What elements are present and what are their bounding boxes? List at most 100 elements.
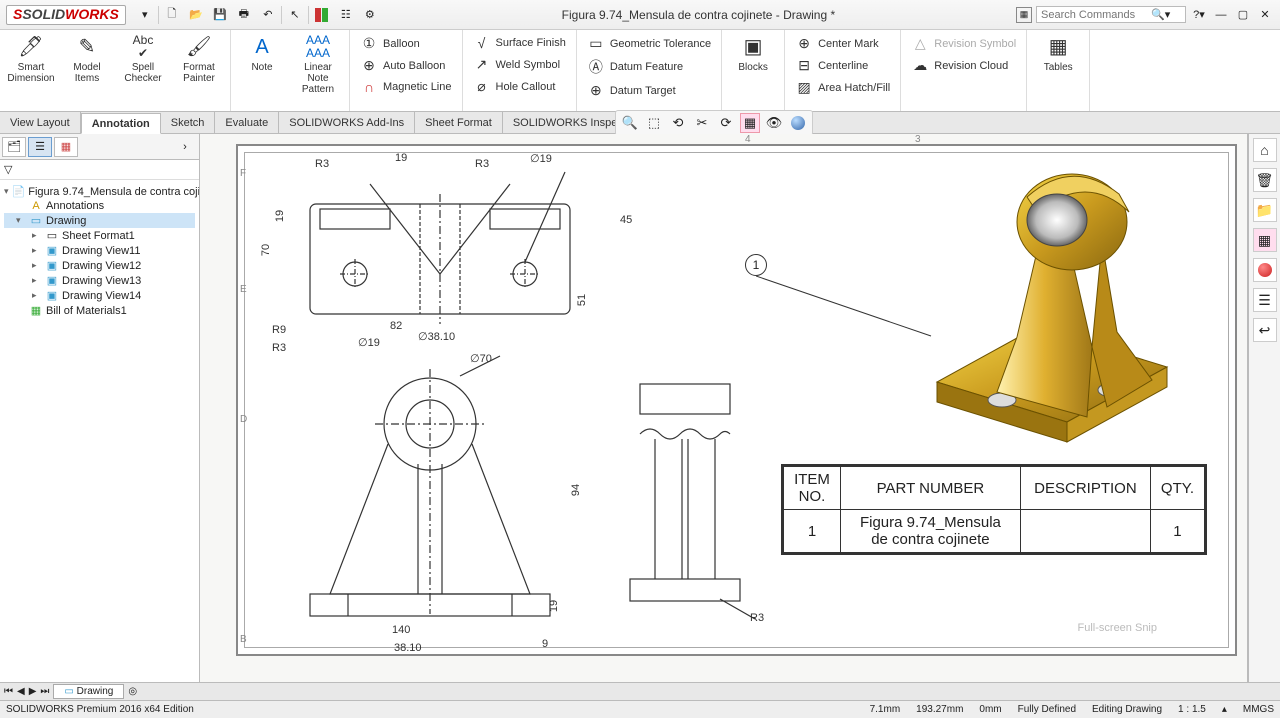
select-icon[interactable]: ↖ [284,4,306,26]
search-icon[interactable]: 🔍 [1151,8,1165,21]
tree-bom[interactable]: ▦Bill of Materials1 [4,303,195,318]
section-view-icon[interactable]: ✂ [692,113,712,133]
display-style-icon[interactable]: ▦ [740,113,760,133]
sheet-nav-first[interactable]: ⏮ [4,686,13,697]
blocks-button[interactable]: ▣Blocks [730,34,776,107]
panel-tab-property[interactable]: ☰ [28,137,52,157]
status-z: 0mm [979,704,1001,715]
sheet-icon: ▭ [29,214,43,227]
options-list-icon[interactable]: ☷ [335,4,357,26]
maximize-icon[interactable]: ▢ [1234,6,1252,24]
tree-view14[interactable]: ▸▣Drawing View14 [4,288,195,303]
rebuild-icon[interactable] [311,4,333,26]
task-pane: ⌂ 🗑 📁 ▦ ☰ ↩ [1248,134,1280,682]
tree-filter[interactable]: ▽ [0,160,199,180]
balloon-button[interactable]: ①Balloon [358,34,454,53]
status-scale[interactable]: 1 : 1.5 [1178,704,1206,715]
save-icon[interactable]: 💾 [209,4,231,26]
add-sheet-icon[interactable]: ◎ [128,686,137,697]
settings-icon[interactable]: ⚙ [359,4,381,26]
format-painter-button[interactable]: 🖌Format Painter [176,34,222,107]
surface-finish-button[interactable]: √Surface Finish [471,34,568,52]
close-icon[interactable]: ✕ [1256,6,1274,24]
centerline-button[interactable]: ⊟Centerline [793,56,892,75]
dim-r3: R3 [272,342,286,354]
sheet-nav-next[interactable]: ▶ [29,686,37,697]
tree-drawing[interactable]: ▾▭Drawing [4,213,195,228]
feature-tree[interactable]: ▾📄Figura 9.74_Mensula de contra cojin AA… [0,180,199,682]
status-edition: SOLIDWORKS Premium 2016 x64 Edition [6,704,194,715]
datum-feature-button[interactable]: ⒶDatum Feature [585,56,713,78]
qat-dropdown[interactable]: ▾ [134,4,156,26]
status-scale-drop[interactable]: ▴ [1222,704,1227,715]
area-hatch-button[interactable]: ▨Area Hatch/Fill [793,78,892,97]
smart-dimension-button[interactable]: 🖊Smart Dimension [8,34,54,107]
status-x: 7.1mm [870,704,901,715]
geometric-tolerance-button[interactable]: ▭Geometric Tolerance [585,34,713,53]
tab-addins[interactable]: SOLIDWORKS Add-Ins [279,112,415,133]
revision-cloud-button[interactable]: ☁Revision Cloud [909,56,1018,75]
magnetic-line-button[interactable]: ∩Magnetic Line [358,78,454,96]
hole-callout-button[interactable]: ⌀Hole Callout [471,77,568,96]
drawing-canvas[interactable]: F E D B 3 4 [200,134,1248,682]
new-icon[interactable]: 🗋 [161,4,183,26]
appearances-icon[interactable] [1253,258,1277,282]
tree-view11[interactable]: ▸▣Drawing View11 [4,243,195,258]
tab-sketch[interactable]: Sketch [161,112,216,133]
tab-view-layout[interactable]: View Layout [0,112,81,133]
sheet-tab-drawing[interactable]: ▭ Drawing [53,684,124,699]
help-icon[interactable]: ?▾ [1190,6,1208,24]
note-button[interactable]: ANote [239,34,285,107]
weld-symbol-button[interactable]: ↗Weld Symbol [471,55,568,74]
bom-table[interactable]: ITEM NO. PART NUMBER DESCRIPTION QTY. 1 … [781,464,1207,555]
sheet-nav-last[interactable]: ⏭ [40,686,49,697]
tree-view13[interactable]: ▸▣Drawing View13 [4,273,195,288]
custom-props-icon[interactable]: ☰ [1253,288,1277,312]
forum-icon[interactable]: ↩ [1253,318,1277,342]
hide-show-icon[interactable]: 👁 [764,113,784,133]
design-library-icon[interactable]: 📁 [1253,198,1277,222]
center-mark-button[interactable]: ⊕Center Mark [793,34,892,53]
tree-root[interactable]: ▾📄Figura 9.74_Mensula de contra cojin [4,184,195,199]
dim-82: 82 [390,320,402,332]
search-commands[interactable]: 🔍▾ [1036,6,1186,23]
undo-icon[interactable]: ↶ [257,4,279,26]
minimize-icon[interactable]: — [1212,6,1230,24]
drawing-view-icon: ▣ [45,259,59,272]
panel-tab-feature-tree[interactable]: 🗂 [2,137,26,157]
sw-icon[interactable]: ▦ [1016,7,1032,23]
print-icon[interactable]: 🖶 [233,4,255,26]
model-items-button[interactable]: ✎Model Items [64,34,110,107]
tree-view12[interactable]: ▸▣Drawing View12 [4,258,195,273]
sheet-nav-prev[interactable]: ◀ [17,686,25,697]
datum-target-button[interactable]: ⊕Datum Target [585,81,713,100]
tree-annotations[interactable]: AAnnotations [4,199,195,213]
spell-checker-button[interactable]: Abc✔Spell Checker [120,34,166,107]
revision-symbol-button: △Revision Symbol [909,34,1018,53]
tables-button[interactable]: ▦Tables [1035,34,1081,107]
open-icon[interactable]: 📂 [185,4,207,26]
datum-feature-icon: Ⓐ [587,57,605,77]
zoom-fit-icon[interactable]: 🔍 [620,113,640,133]
panel-expand-icon[interactable]: › [173,137,197,157]
panel-tab-config[interactable]: ▦ [54,137,78,157]
tree-sheet-format[interactable]: ▸▭Sheet Format1 [4,228,195,243]
resources-icon[interactable]: 🗑 [1253,168,1277,192]
zoom-area-icon[interactable]: ⬚ [644,113,664,133]
bom-row[interactable]: 1 Figura 9.74_Mensula de contra cojinete… [784,510,1205,553]
tab-evaluate[interactable]: Evaluate [215,112,279,133]
search-input[interactable] [1041,9,1151,21]
appearance-icon[interactable] [788,113,808,133]
dim-dia19: ∅19 [358,336,380,349]
view-orient-icon[interactable]: ⟳ [716,113,736,133]
isometric-3d-view [907,152,1187,452]
status-units[interactable]: MMGS [1243,704,1274,715]
prev-view-icon[interactable]: ⟲ [668,113,688,133]
tab-sheet-format[interactable]: Sheet Format [415,112,503,133]
zone-3: 3 [915,134,921,145]
home-icon[interactable]: ⌂ [1253,138,1277,162]
tab-annotation[interactable]: Annotation [81,113,161,134]
auto-balloon-button[interactable]: ⊕Auto Balloon [358,56,454,75]
view-palette-icon[interactable]: ▦ [1253,228,1277,252]
linear-note-pattern-button[interactable]: AAAAAALinear Note Pattern [295,34,341,107]
